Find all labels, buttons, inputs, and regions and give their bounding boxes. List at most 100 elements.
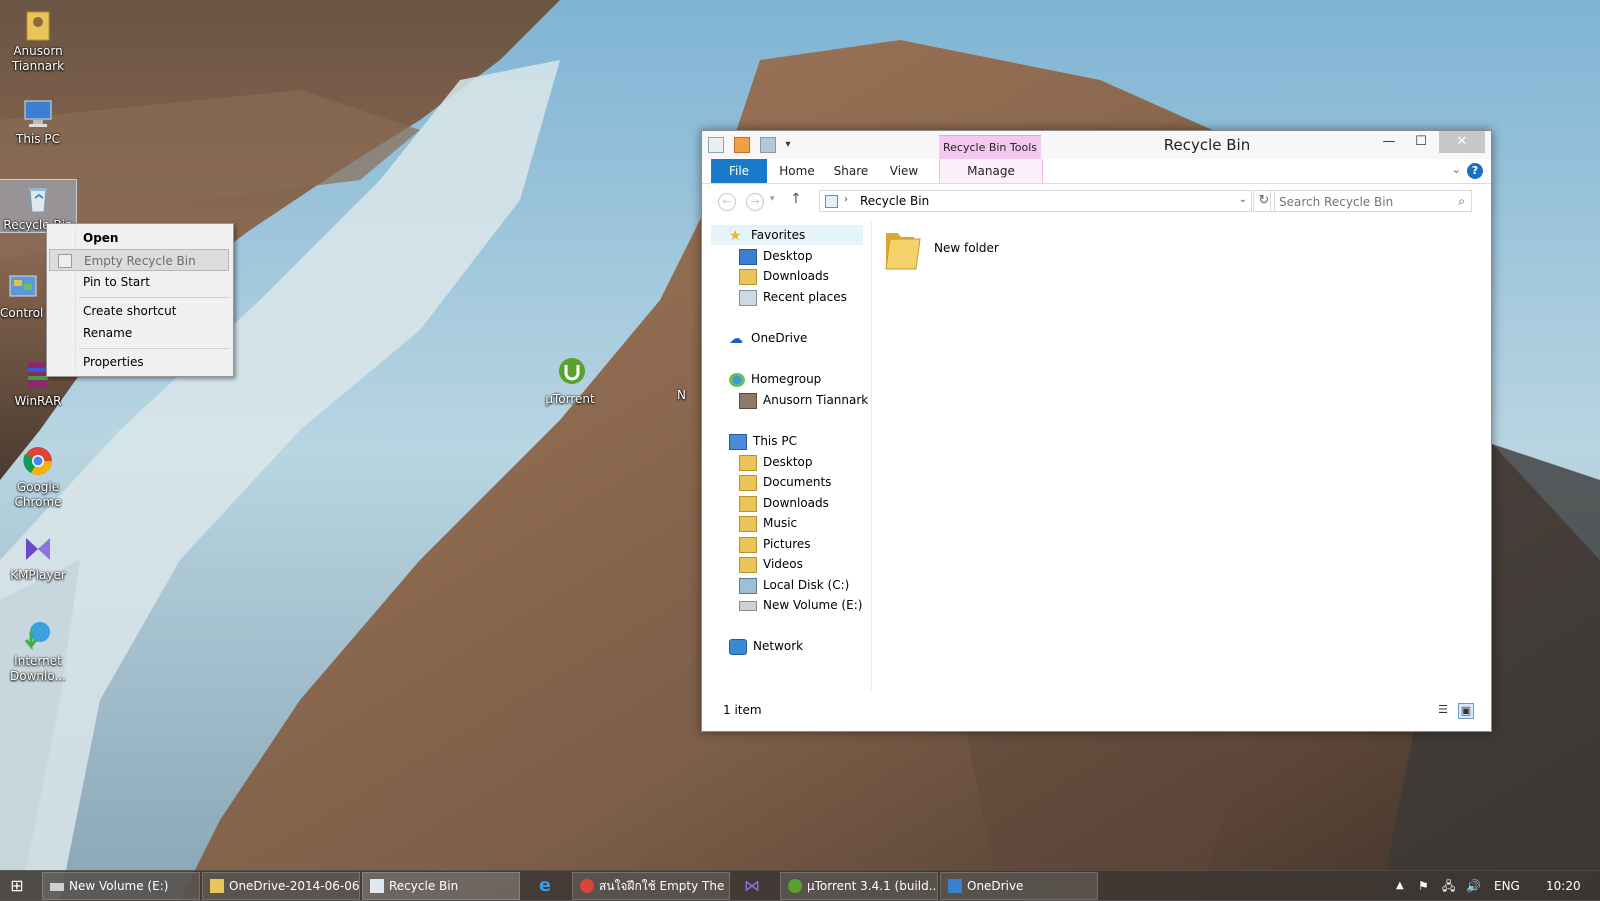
nav-homegroup[interactable]: Homegroup — [729, 369, 821, 389]
language-indicator[interactable]: ENG — [1494, 871, 1520, 901]
maximize-button[interactable]: ☐ — [1405, 131, 1437, 153]
menu-separator — [79, 348, 229, 349]
taskbar-button-label: OneDrive — [967, 879, 1024, 893]
nav-favorites[interactable]: ★ Favorites — [711, 225, 863, 245]
network-tray-icon[interactable]: 🖧 — [1442, 871, 1455, 901]
menu-item-create-shortcut[interactable]: Create shortcut — [49, 300, 229, 322]
nav-favorites-downloads[interactable]: Downloads — [739, 266, 829, 286]
tab-share[interactable]: Share — [826, 159, 876, 183]
nav-this-pc-videos[interactable]: Videos — [739, 554, 803, 574]
address-dropdown-icon[interactable]: ⌄ — [1239, 194, 1247, 205]
desktop-icon — [739, 248, 757, 265]
taskbar: ⊞ New Volume (E:) OneDrive-2014-06-06 Re… — [0, 870, 1600, 901]
tab-home[interactable]: Home — [772, 159, 822, 183]
desktop-icon-idm[interactable]: Internet Downlo... — [0, 616, 76, 684]
menu-item-properties[interactable]: Properties — [49, 351, 229, 373]
downloads-folder-icon — [739, 268, 757, 285]
recycle-bin-small-icon — [370, 879, 384, 893]
action-center-flag-icon[interactable]: ⚑ — [1418, 871, 1429, 901]
menu-item-empty-recycle-bin[interactable]: Empty Recycle Bin — [49, 249, 229, 271]
nav-this-pc[interactable]: This PC — [729, 431, 797, 451]
menu-item-open[interactable]: Open — [49, 227, 229, 249]
nav-this-pc-downloads[interactable]: Downloads — [739, 493, 829, 513]
desktop-icon-user-folder[interactable]: Anusorn Tiannark — [0, 6, 76, 74]
taskbar-button-label: สนใจฝึกใช้ Empty The R... — [599, 879, 729, 893]
nav-network[interactable]: Network — [729, 636, 803, 656]
nav-this-pc-local-disk-c[interactable]: Local Disk (C:) — [739, 575, 849, 595]
back-button[interactable]: ← — [718, 193, 736, 211]
nav-this-pc-new-volume-e[interactable]: New Volume (E:) — [739, 595, 862, 615]
menu-item-pin-to-start[interactable]: Pin to Start — [49, 271, 229, 293]
search-box[interactable]: ⌕ — [1270, 190, 1472, 212]
desktop-icon-chrome[interactable]: Google Chrome — [0, 442, 76, 510]
taskbar-button-utorrent[interactable]: µTorrent 3.4.1 (build... — [780, 872, 938, 900]
desktop-icon-control-panel[interactable]: Control Panel — [0, 268, 46, 321]
nav-label: Downloads — [763, 496, 829, 510]
nav-favorites-recent-places[interactable]: Recent places — [739, 287, 847, 307]
forward-button[interactable]: → — [746, 193, 764, 211]
clock[interactable]: 10:20 — [1546, 871, 1581, 901]
large-icons-view-icon[interactable]: ▣ — [1458, 703, 1474, 719]
help-icon[interactable]: ? — [1467, 163, 1483, 179]
recent-places-icon — [739, 289, 757, 306]
taskbar-button-onedrive-folder[interactable]: OneDrive-2014-06-06 — [202, 872, 360, 900]
nav-label: Desktop — [763, 455, 813, 469]
taskbar-button-new-volume[interactable]: New Volume (E:) — [42, 872, 200, 900]
properties-icon[interactable] — [733, 137, 750, 153]
videos-folder-icon — [739, 556, 757, 573]
nav-this-pc-pictures[interactable]: Pictures — [739, 534, 811, 554]
nav-homegroup-user[interactable]: Anusorn Tiannark — [739, 390, 868, 410]
control-panel-icon — [6, 270, 40, 304]
search-input[interactable] — [1277, 193, 1447, 211]
desktop-icon-partial[interactable]: N — [677, 388, 697, 403]
expand-ribbon-icon[interactable]: ⌄ — [1452, 163, 1461, 176]
desktop-icon-label: N — [677, 388, 686, 402]
kmplayer-icon[interactable]: ⋈ — [742, 876, 762, 896]
volume-icon[interactable]: 🔊 — [1466, 871, 1481, 901]
pictures-folder-icon — [739, 536, 757, 553]
taskbar-button-chrome[interactable]: สนใจฝึกใช้ Empty The R... — [572, 872, 730, 900]
title-bar[interactable]: ▾ Recycle Bin Tools Recycle Bin — ☐ ✕ — [702, 131, 1491, 162]
drive-icon — [739, 577, 757, 594]
desktop-icon-this-pc[interactable]: This PC — [0, 94, 76, 147]
explorer-window: ▾ Recycle Bin Tools Recycle Bin — ☐ ✕ Fi… — [701, 130, 1492, 732]
nav-this-pc-music[interactable]: Music — [739, 513, 797, 533]
onedrive-icon — [948, 879, 962, 893]
nav-favorites-desktop[interactable]: Desktop — [739, 246, 813, 266]
recycle-bin-small-icon — [58, 254, 72, 268]
homegroup-icon — [729, 372, 745, 387]
recent-locations-icon[interactable]: ▾ — [770, 194, 775, 204]
search-icon[interactable]: ⌕ — [1458, 194, 1465, 209]
start-button[interactable]: ⊞ — [6, 877, 28, 895]
breadcrumb-separator-icon: › — [844, 194, 848, 205]
taskbar-button-recycle-bin[interactable]: Recycle Bin — [362, 872, 520, 900]
folder-icon — [739, 454, 757, 471]
tab-file[interactable]: File — [711, 159, 767, 183]
desktop-icon-utorrent[interactable]: µTorrent — [532, 354, 608, 407]
chrome-icon — [580, 879, 594, 893]
nav-onedrive[interactable]: ☁ OneDrive — [729, 328, 807, 348]
nav-this-pc-desktop[interactable]: Desktop — [739, 452, 813, 472]
chevron-down-icon[interactable]: ▾ — [785, 138, 799, 152]
close-button[interactable]: ✕ — [1439, 131, 1485, 153]
nav-this-pc-documents[interactable]: Documents — [739, 472, 831, 492]
details-view-icon[interactable]: ☰ — [1436, 703, 1450, 717]
tab-manage[interactable]: Manage — [939, 159, 1043, 183]
minimize-button[interactable]: — — [1373, 131, 1405, 153]
context-menu: Open Empty Recycle Bin Pin to Start Crea… — [46, 223, 234, 377]
menu-item-rename[interactable]: Rename — [49, 322, 229, 344]
file-name: New folder — [934, 241, 999, 255]
show-hidden-icons-icon[interactable]: ▲ — [1396, 871, 1404, 901]
taskbar-button-onedrive[interactable]: OneDrive — [940, 872, 1098, 900]
address-bar[interactable]: › Recycle Bin ⌄ — [819, 190, 1252, 212]
tab-view[interactable]: View — [882, 159, 926, 183]
new-folder-icon[interactable] — [759, 137, 776, 153]
user-avatar-icon — [739, 392, 757, 409]
internet-explorer-icon[interactable]: e — [535, 876, 555, 896]
desktop-icon-kmplayer[interactable]: KMPlayer — [0, 530, 76, 583]
nav-label: Music — [763, 516, 798, 530]
file-list: New folder — [876, 221, 1476, 691]
taskbar-button-label: µTorrent 3.4.1 (build... — [807, 879, 938, 893]
utorrent-icon — [788, 879, 802, 893]
up-button[interactable]: ↑ — [790, 191, 802, 207]
